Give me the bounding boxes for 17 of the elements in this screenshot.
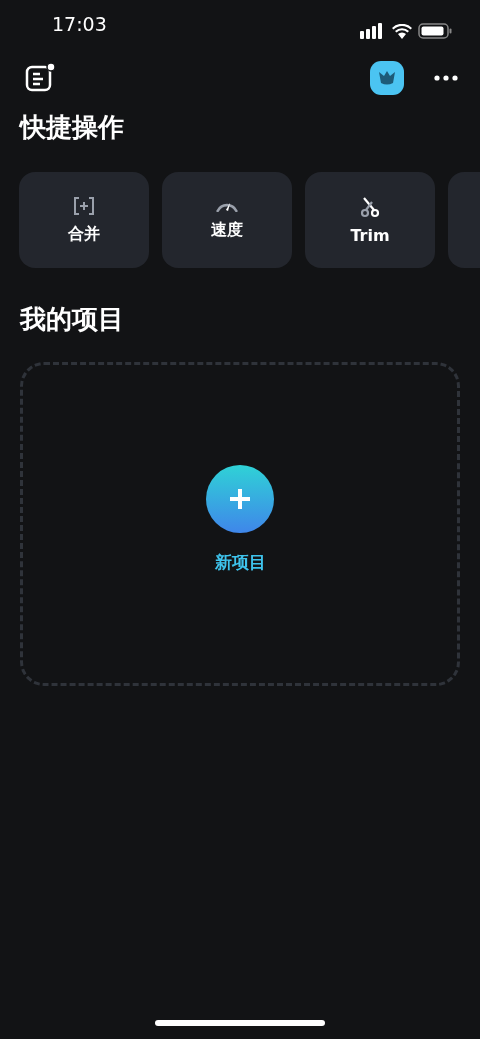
merge-icon: [73, 195, 95, 216]
premium-button[interactable]: [370, 61, 404, 95]
scissors-icon: [359, 195, 381, 218]
wifi-icon: [392, 23, 412, 39]
section-title: 快捷操作: [18, 114, 125, 140]
action-card[interactable]: Trim: [305, 172, 435, 268]
status-time: 17:03: [52, 13, 107, 35]
new-project-area[interactable]: 新项目: [20, 362, 460, 686]
more-icon[interactable]: [434, 75, 458, 81]
new-project-label[interactable]: 新项目: [214, 550, 266, 574]
crown-icon: [378, 71, 396, 85]
battery-icon: [418, 23, 452, 39]
action-card[interactable]: 速度: [162, 172, 292, 268]
action-card[interactable]: 合并: [19, 172, 149, 268]
plus-icon: [229, 487, 251, 510]
section-title: 我的项目: [18, 306, 125, 332]
notes-icon[interactable]: [24, 63, 56, 93]
